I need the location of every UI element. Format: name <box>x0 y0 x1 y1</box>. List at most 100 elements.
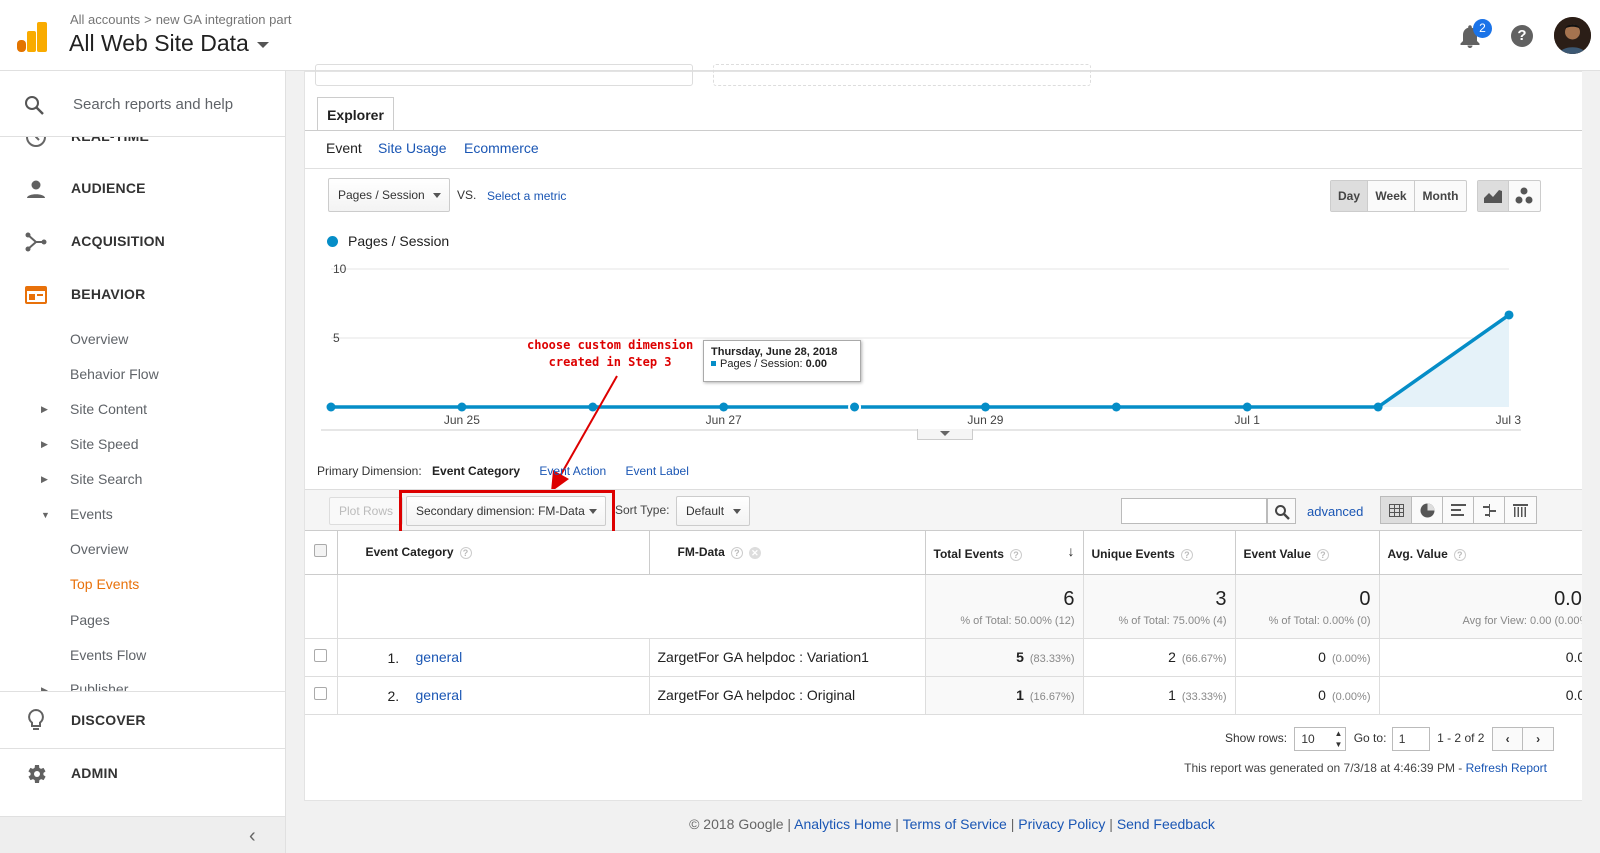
pivot-view-button[interactable] <box>1505 497 1536 523</box>
feedback-link[interactable]: Send Feedback <box>1117 816 1215 832</box>
data-point[interactable] <box>980 402 990 412</box>
chart-resize-handle[interactable] <box>917 429 973 440</box>
tab-explorer[interactable]: Explorer <box>317 97 394 131</box>
column-header-event-category[interactable]: Event Category? <box>337 531 650 575</box>
help-icon[interactable]: ? <box>1453 549 1466 562</box>
sidebar-item-admin[interactable]: ADMIN <box>0 748 285 816</box>
sidebar-item-events[interactable]: Events <box>70 506 113 522</box>
previous-page-icon[interactable]: ‹ <box>1493 728 1524 750</box>
sidebar-item-pages[interactable]: Pages <box>70 612 110 628</box>
breadcrumb-property[interactable]: new GA integration part <box>156 12 292 27</box>
notification-badge[interactable]: 2 <box>1473 19 1492 38</box>
help-icon[interactable]: ? <box>459 547 472 560</box>
column-header-unique-events[interactable]: Unique Events? <box>1083 531 1236 575</box>
performance-view-button[interactable] <box>1443 497 1474 523</box>
dimension-event-category[interactable]: Event Category <box>432 464 520 478</box>
collapse-arrow-icon[interactable]: ▼ <box>41 510 50 520</box>
data-point[interactable] <box>457 402 467 412</box>
line-chart-button[interactable] <box>1478 181 1509 211</box>
row-checkbox[interactable] <box>314 649 327 662</box>
breadcrumb[interactable]: All accounts > new GA integration part <box>70 12 292 27</box>
expand-arrow-icon[interactable]: ▶ <box>41 404 48 415</box>
sidebar-item-top-events[interactable]: Top Events <box>70 576 139 592</box>
sidebar-item-events-flow[interactable]: Events Flow <box>70 647 146 663</box>
table-search-input[interactable] <box>1121 498 1267 524</box>
sort-descending-icon[interactable]: ↓ <box>1068 543 1075 559</box>
refresh-report-link[interactable]: Refresh Report <box>1466 761 1547 775</box>
help-icon[interactable]: ? <box>1180 549 1193 562</box>
row-checkbox[interactable] <box>314 687 327 700</box>
show-rows-select[interactable]: 10 ▲ ▼ <box>1294 727 1347 751</box>
advanced-filter-link[interactable]: advanced <box>1307 504 1363 519</box>
table-row[interactable]: 2. general ZargetFor GA helpdoc : Origina… <box>305 676 1600 715</box>
help-icon[interactable]: ? <box>1009 549 1022 562</box>
event-category-link[interactable]: general <box>416 649 463 665</box>
column-header-total-events[interactable]: Total Events? ↓ <box>925 531 1084 575</box>
sidebar-item-audience[interactable]: AUDIENCE <box>0 168 285 208</box>
sidebar-item-acquisition[interactable]: ACQUISITION <box>0 221 285 261</box>
dimension-event-action[interactable]: Event Action <box>539 464 606 478</box>
goto-input[interactable]: 1 <box>1391 727 1430 751</box>
expand-arrow-icon[interactable]: ▶ <box>41 474 48 485</box>
select-all-checkbox[interactable] <box>314 544 327 558</box>
subtab-ecommerce[interactable]: Ecommerce <box>464 140 539 156</box>
data-point[interactable] <box>326 402 336 412</box>
terms-link[interactable]: Terms of Service <box>903 816 1007 832</box>
sidebar-item-site-search[interactable]: Site Search <box>70 471 142 487</box>
sidebar-item-events-overview[interactable]: Overview <box>70 541 128 557</box>
column-header-avg-value[interactable]: Avg. Value? <box>1379 531 1600 575</box>
week-button[interactable]: Week <box>1368 181 1415 211</box>
percentage-view-button[interactable] <box>1412 497 1443 523</box>
analytics-home-link[interactable]: Analytics Home <box>794 816 891 832</box>
view-title[interactable]: All Web Site Data <box>69 30 249 56</box>
metric-dropdown[interactable]: Pages / Session <box>328 178 450 212</box>
analytics-logo-icon[interactable] <box>17 22 47 52</box>
breadcrumb-account[interactable]: All accounts <box>70 12 140 27</box>
expand-arrow-icon[interactable]: ▶ <box>41 439 48 450</box>
sidebar-item-site-speed[interactable]: Site Speed <box>70 436 139 452</box>
data-point[interactable] <box>1373 402 1383 412</box>
help-icon[interactable]: ? <box>1316 549 1329 562</box>
search-icon[interactable] <box>24 95 44 115</box>
granularity-toggle[interactable]: Day Week Month <box>1330 180 1467 212</box>
data-point[interactable] <box>848 400 862 414</box>
subtab-site-usage[interactable]: Site Usage <box>378 140 446 156</box>
data-point[interactable] <box>1111 402 1121 412</box>
sidebar-item-site-content[interactable]: Site Content <box>70 401 147 417</box>
help-icon[interactable]: ? <box>730 547 743 560</box>
event-category-link[interactable]: general <box>416 687 463 703</box>
plot-rows-button[interactable]: Plot Rows <box>329 497 403 525</box>
select-metric-link[interactable]: Select a metric <box>487 189 566 203</box>
collapse-sidebar-button[interactable]: ‹ <box>0 816 285 853</box>
sidebar-item-behavior-flow[interactable]: Behavior Flow <box>70 366 159 382</box>
line-chart[interactable]: 10 5 Jun 25 Jun 27 Jun 29 Jul 1 Jul 3 <box>321 260 1551 440</box>
data-view-button[interactable] <box>1381 497 1412 523</box>
privacy-link[interactable]: Privacy Policy <box>1018 816 1105 832</box>
day-button[interactable]: Day <box>1331 181 1368 211</box>
chevron-down-icon[interactable] <box>256 41 269 48</box>
column-header-event-value[interactable]: Event Value? <box>1235 531 1380 575</box>
dimension-event-label[interactable]: Event Label <box>625 464 688 478</box>
avatar[interactable] <box>1554 17 1591 54</box>
remove-dimension-icon[interactable]: ✕ <box>748 547 761 560</box>
sidebar-item-discover[interactable]: DISCOVER <box>0 691 285 748</box>
chevron-left-icon[interactable]: ‹ <box>249 825 256 848</box>
sidebar-item-behavior[interactable]: BEHAVIOR <box>0 274 285 314</box>
motion-chart-button[interactable] <box>1509 181 1540 211</box>
table-search-button[interactable] <box>1267 498 1296 524</box>
help-icon[interactable]: ? <box>1511 25 1533 47</box>
next-page-icon[interactable]: › <box>1523 728 1553 750</box>
table-row[interactable]: 1. general ZargetFor GA helpdoc : Variati… <box>305 638 1600 677</box>
chart-type-toggle[interactable] <box>1477 180 1541 212</box>
data-point[interactable] <box>719 402 729 412</box>
data-point[interactable] <box>1242 402 1252 412</box>
month-button[interactable]: Month <box>1415 181 1466 211</box>
view-selector[interactable]: All Web Site Data <box>69 30 269 57</box>
sidebar-item-overview[interactable]: Overview <box>70 331 128 347</box>
column-header-fm-data[interactable]: FM-Data? ✕ <box>649 531 926 575</box>
search-input[interactable]: Search reports and help <box>73 96 233 113</box>
table-view-toggle[interactable] <box>1380 496 1537 524</box>
sidebar-search[interactable]: Search reports and help <box>0 71 285 137</box>
subtab-event[interactable]: Event <box>326 140 362 156</box>
comparison-view-button[interactable] <box>1474 497 1505 523</box>
